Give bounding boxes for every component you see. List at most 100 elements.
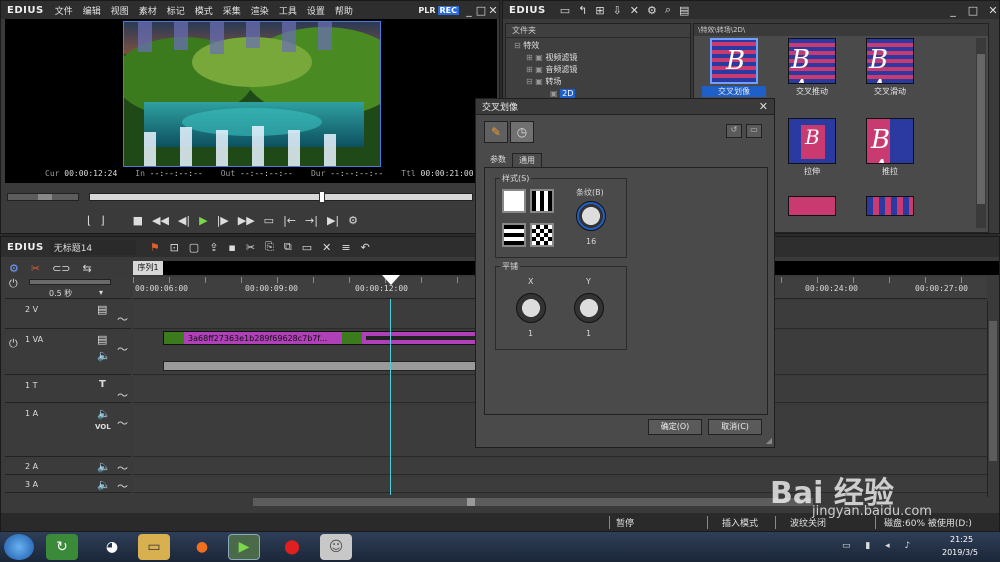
render-icon[interactable]: ⚑	[150, 241, 160, 254]
play-icon[interactable]: ▶	[199, 214, 207, 227]
taskbar-qq-icon[interactable]: ◕	[96, 534, 128, 560]
track-settings-icon[interactable]: ⚙	[9, 262, 19, 275]
taskbar-record-icon[interactable]: ⬤	[276, 534, 308, 560]
tree-item-effects[interactable]: ⊟ 特效	[514, 40, 690, 52]
scrub-bar[interactable]	[7, 191, 473, 203]
bin-maximize-icon[interactable]: □	[967, 4, 979, 17]
fast-forward-icon[interactable]: ▶▶	[238, 214, 255, 227]
position-track[interactable]	[89, 193, 473, 201]
taskbar-app-icon[interactable]: ☺	[320, 534, 352, 560]
loop-icon[interactable]: ▭	[264, 214, 274, 227]
tree-item-audio-filters[interactable]: ⊞ ▣ 音频滤镜	[514, 64, 690, 76]
properties-icon[interactable]: ⚙	[647, 4, 657, 17]
x-knob[interactable]	[516, 293, 546, 323]
track-audio-icon[interactable]: 🔈	[97, 460, 111, 473]
track-audio-icon[interactable]: 🔈	[97, 349, 111, 362]
up-folder-icon[interactable]: ↰	[578, 4, 587, 17]
undo-icon[interactable]: ↶	[361, 241, 370, 254]
step-back-icon[interactable]: ◀|	[178, 214, 190, 227]
dialog-icon-palette[interactable]: ✎	[484, 121, 508, 143]
menu-view[interactable]: 视图	[106, 4, 134, 17]
style-option-1[interactable]	[502, 189, 526, 213]
effect-cross-wipe[interactable]: B 交叉划像	[702, 38, 766, 97]
bin-close-icon[interactable]: ✕	[987, 4, 999, 17]
group-icon[interactable]: ▭	[302, 241, 312, 254]
playhead-marker[interactable]	[382, 275, 400, 285]
menu-marker[interactable]: 标记	[162, 4, 190, 17]
position-marker[interactable]	[319, 191, 325, 203]
menu-capture[interactable]: 采集	[218, 4, 246, 17]
ripple-icon[interactable]: ≡	[341, 241, 350, 254]
taskbar-explorer-icon[interactable]: ▭	[138, 534, 170, 560]
track-video-icon[interactable]: ▤	[97, 303, 107, 316]
tree-item-video-filters[interactable]: ⊞ ▣ 视频滤镜	[514, 52, 690, 64]
menu-tools[interactable]: 工具	[274, 4, 302, 17]
link-icon[interactable]: ⊂⊃	[52, 262, 70, 275]
maximize-icon[interactable]: □	[475, 4, 487, 17]
menu-mode[interactable]: 模式	[190, 4, 218, 17]
effect-partial-1[interactable]	[788, 196, 836, 216]
razor-icon[interactable]: ✂	[31, 262, 40, 275]
track-1t[interactable]: 1 T T 〜	[5, 377, 131, 403]
rewind-icon[interactable]: ◀◀	[152, 214, 169, 227]
menu-render[interactable]: 渲染	[246, 4, 274, 17]
track-3a[interactable]: 3 A 🔈 〜	[5, 477, 131, 493]
track-mix-icon[interactable]: 〜	[117, 341, 128, 357]
stripes-knob[interactable]	[576, 201, 606, 231]
track-mix-icon[interactable]: 〜	[117, 415, 128, 431]
delete-clip-icon[interactable]: ✕	[322, 241, 331, 254]
taskbar-firefox-icon[interactable]: ●	[186, 534, 218, 560]
track-mix-icon[interactable]: 〜	[117, 478, 128, 494]
sequence-tab[interactable]: 序列1	[133, 261, 163, 275]
start-button[interactable]	[4, 534, 34, 560]
bin-scrollbar[interactable]	[976, 38, 986, 228]
effect-cross-slide[interactable]: B A 交叉滑动	[858, 38, 922, 97]
track-audio-icon[interactable]: 🔈	[97, 407, 111, 420]
cut-icon[interactable]: ✂	[246, 241, 255, 254]
clock-date[interactable]: 2019/3/5	[942, 548, 978, 557]
effect-cross-push[interactable]: B A 交叉推动	[780, 38, 844, 97]
dialog-reset-icon[interactable]: ↺	[726, 124, 742, 138]
menu-file[interactable]: 文件	[50, 4, 78, 17]
new-folder-icon[interactable]: ⊞	[595, 4, 604, 17]
settings-icon[interactable]: ⚙	[348, 214, 358, 227]
dialog-icon-timer[interactable]: ◷	[510, 121, 534, 143]
menu-help[interactable]: 帮助	[330, 4, 358, 17]
copy-icon[interactable]: ⎘	[265, 240, 274, 254]
dialog-titlebar[interactable]: 交叉划像 ✕	[476, 99, 774, 115]
save-icon[interactable]: ▪	[228, 241, 235, 254]
effect-partial-2[interactable]	[866, 196, 914, 216]
export-icon[interactable]: ▶|	[327, 214, 339, 227]
insert-icon[interactable]: |←	[283, 214, 296, 227]
taskbar-edius-icon[interactable]: ▶	[228, 534, 260, 560]
rec-button[interactable]: REC	[437, 5, 459, 15]
lock-icon[interactable]: ⏻	[9, 277, 18, 291]
track-2v[interactable]: 2 V ▤ 〜	[5, 301, 131, 329]
new-sequence-icon[interactable]: ▢	[189, 241, 199, 254]
title-track-icon[interactable]: T	[99, 379, 106, 390]
minimize-icon[interactable]: _	[463, 4, 475, 17]
delete-icon[interactable]: ✕	[630, 4, 639, 17]
y-knob[interactable]	[574, 293, 604, 323]
vol-label[interactable]: VOL	[95, 423, 111, 431]
search-icon[interactable]: ⌕	[665, 3, 671, 17]
clock-time[interactable]: 21:25	[950, 535, 973, 544]
track-video-icon[interactable]: ▤	[97, 333, 107, 346]
track-mix-icon[interactable]: 〜	[117, 311, 128, 327]
paste-icon[interactable]: ⧉	[284, 240, 292, 254]
set-in-icon[interactable]: ⌊	[87, 214, 91, 227]
tray-icons[interactable]: ▭ ▮ ◂ ♪	[842, 541, 916, 551]
track-sync-icon[interactable]: ⏻	[9, 337, 18, 351]
track-audio-icon[interactable]: 🔈	[97, 478, 111, 491]
plr-button[interactable]: PLR	[416, 6, 437, 15]
menu-edit[interactable]: 编辑	[78, 4, 106, 17]
dialog-close-icon[interactable]: ✕	[759, 100, 768, 113]
menu-settings[interactable]: 设置	[302, 4, 330, 17]
track-2a[interactable]: 2 A 🔈 〜	[5, 459, 131, 475]
zoom-dropdown-icon[interactable]: ▾	[99, 288, 103, 297]
track-mix-icon[interactable]: 〜	[117, 460, 128, 476]
add-clip-icon[interactable]: ⇩	[613, 4, 622, 17]
stop-icon[interactable]: ■	[133, 214, 143, 227]
step-forward-icon[interactable]: |▶	[217, 214, 229, 227]
track-1a[interactable]: 1 A 🔈 VOL 〜	[5, 405, 131, 457]
